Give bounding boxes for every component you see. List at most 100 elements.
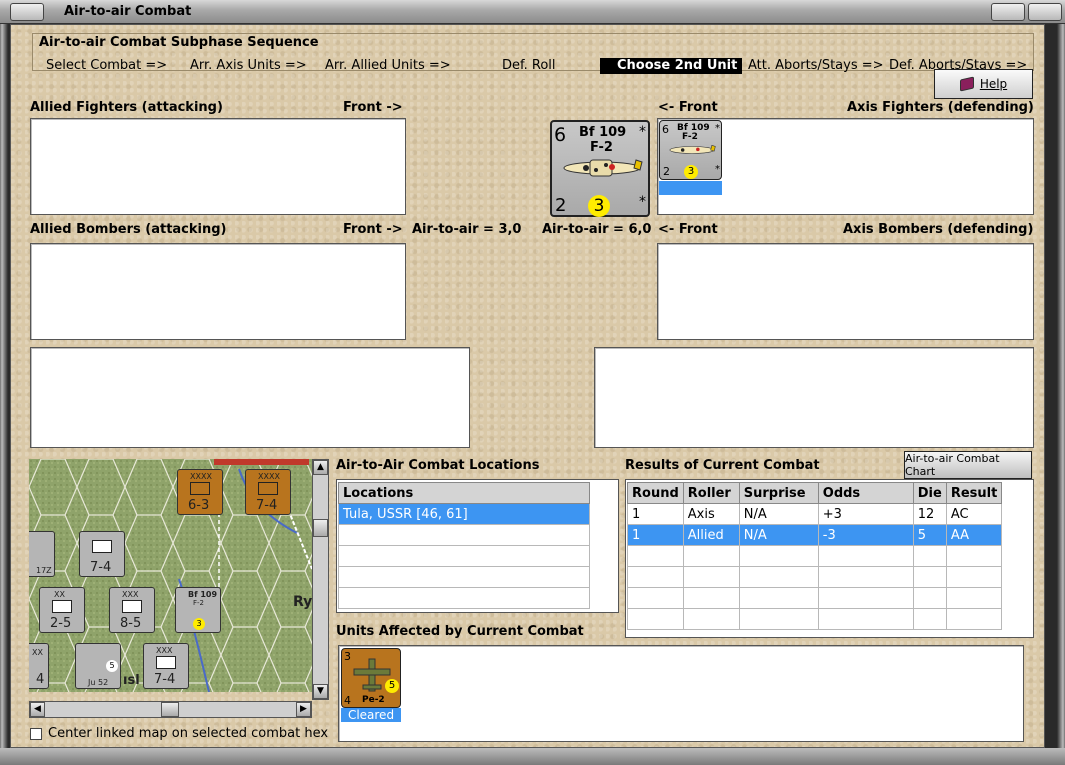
infantry-icon <box>258 482 278 495</box>
air-to-air-chart-button[interactable]: Air-to-air Combat Chart <box>904 451 1032 479</box>
location-row[interactable]: Tula, USSR [46, 61] <box>338 503 590 525</box>
counter-attack: 6 <box>554 124 567 146</box>
allied-air-to-air: Air-to-air = 3,0 <box>412 222 522 237</box>
locations-title: Air-to-Air Combat Locations <box>336 458 540 473</box>
allied-fighters-title: Allied Fighters (attacking) <box>30 100 223 115</box>
results-row[interactable] <box>627 587 1003 609</box>
axis-aircraft-icon <box>669 144 716 154</box>
map-counter-edge-2[interactable]: XX 4 <box>29 643 49 689</box>
results-title: Results of Current Combat <box>625 458 820 473</box>
system-menu-button[interactable] <box>10 3 44 21</box>
map-horizontal-scrollbar[interactable]: ◀ ▶ <box>29 701 312 718</box>
map-counter-german-4[interactable]: XXX 7-4 <box>143 643 189 689</box>
axis-fighters-front: <- Front <box>658 100 718 115</box>
counter-range: 3 <box>588 195 610 217</box>
allied-bombers-title: Allied Bombers (attacking) <box>30 222 227 237</box>
infantry-icon <box>190 482 210 495</box>
results-panel[interactable]: Round Roller Surprise Odds Die Result 1A… <box>625 479 1034 638</box>
scroll-left-icon[interactable]: ◀ <box>30 702 45 717</box>
affected-unit-top: 3 <box>344 650 351 663</box>
results-row[interactable]: 1 Allied N/A -3 5 AA <box>627 524 1003 546</box>
maximize-button[interactable] <box>991 3 1025 21</box>
window-title: Air-to-air Combat <box>64 4 192 19</box>
close-button[interactable] <box>1028 3 1062 21</box>
aircraft-icon <box>563 159 643 177</box>
map-counter-ju52[interactable]: Ju 52 5 <box>75 643 121 689</box>
scroll-thumb[interactable] <box>313 519 328 537</box>
location-row[interactable] <box>338 524 590 546</box>
counter-star-top: * <box>639 124 646 140</box>
map-counter-german-2[interactable]: XX 2-5 <box>39 587 85 633</box>
scroll-up-icon[interactable]: ▲ <box>313 460 328 475</box>
results-row[interactable] <box>627 545 1003 567</box>
step-arr-axis-units: Arr. Axis Units => <box>190 58 307 73</box>
center-map-checkbox[interactable] <box>30 728 42 740</box>
counter-defense: 2 <box>555 195 567 216</box>
hq-icon <box>52 600 72 613</box>
infantry-icon <box>156 656 176 669</box>
scroll-down-icon[interactable]: ▼ <box>313 684 328 699</box>
counter-model: F-2 <box>590 140 613 155</box>
axis-counter-model: F-2 <box>682 132 698 142</box>
results-header-row: Round Roller Surprise Odds Die Result <box>627 482 1003 504</box>
axis-extra-box[interactable] <box>594 347 1034 448</box>
step-choose-2nd-unit: Choose 2nd Unit <box>600 58 742 74</box>
book-icon <box>959 76 974 92</box>
counter-name: Bf 109 <box>579 125 627 140</box>
selected-unit-counter[interactable]: 6 Bf 109 F-2 * 2 3 * <box>550 120 650 217</box>
scroll-right-icon[interactable]: ▶ <box>296 702 311 717</box>
allied-extra-box[interactable] <box>30 347 470 448</box>
map-counter-bf109[interactable]: Bf 109 F-2 3 <box>175 587 221 633</box>
affected-unit-name: Pe-2 <box>362 695 385 705</box>
axis-counter-star-bottom: * <box>715 164 720 175</box>
affected-unit-status: Cleared <box>341 708 401 722</box>
axis-counter-star-top: * <box>715 123 720 134</box>
allied-fighters-box[interactable] <box>30 118 406 215</box>
axis-bombers-box[interactable] <box>657 243 1034 340</box>
results-row[interactable] <box>627 566 1003 588</box>
title-bar: Air-to-air Combat <box>0 0 1065 24</box>
allied-bombers-box[interactable] <box>30 243 406 340</box>
results-row[interactable]: 1 Axis N/A +3 12 AC <box>627 503 1003 525</box>
infantry-icon <box>122 600 142 613</box>
map-counter-german-1[interactable]: 7-4 <box>79 531 125 577</box>
map-counter-edge-1[interactable]: 17Z <box>29 531 55 577</box>
map-counter-soviet-1[interactable]: XXXX 6-3 <box>177 469 223 515</box>
center-map-label: Center linked map on selected combat hex <box>48 726 329 741</box>
help-label: Help <box>979 77 1008 91</box>
axis-fighters-title: Axis Fighters (defending) <box>847 100 1034 115</box>
location-row[interactable] <box>338 587 590 609</box>
axis-counter-attack: 6 <box>662 123 669 136</box>
subphase-title: Air-to-air Combat Subphase Sequence <box>39 35 319 50</box>
affected-unit-range: 5 <box>385 679 399 693</box>
map-place-label-2: ısl <box>123 673 140 688</box>
map-range-circle: 3 <box>193 618 205 630</box>
window-bottom-frame <box>0 748 1065 765</box>
axis-bombers-title: Axis Bombers (defending) <box>843 222 1034 237</box>
infantry-icon <box>92 540 112 553</box>
map-counter-soviet-2[interactable]: XXXX 7-4 <box>245 469 291 515</box>
allied-fighters-front: Front -> <box>343 100 403 115</box>
linked-map[interactable]: XXXX 6-3 XXXX 7-4 7-4 XX 2-5 XXX 8-5 Bf … <box>29 459 312 692</box>
axis-air-to-air: Air-to-air = 6,0 <box>542 222 652 237</box>
affected-units-box[interactable]: 3 5 4 Pe-2 Cleared <box>338 645 1024 742</box>
locations-list[interactable]: Locations Tula, USSR [46, 61] <box>336 479 619 613</box>
window-frame: Air-to-air Combat Air-to-air Combat Subp… <box>0 0 1065 765</box>
affected-title: Units Affected by Current Combat <box>336 624 584 639</box>
location-row[interactable] <box>338 566 590 588</box>
results-row[interactable] <box>627 608 1003 630</box>
axis-fighter-selection-bar <box>659 181 722 195</box>
step-def-roll: Def. Roll <box>502 58 556 73</box>
affected-unit-counter[interactable]: 3 5 4 Pe-2 <box>341 648 401 708</box>
affected-unit-bottom: 4 <box>344 694 351 707</box>
map-range-circle: 5 <box>106 660 118 672</box>
map-counter-german-3[interactable]: XXX 8-5 <box>109 587 155 633</box>
axis-bombers-front: <- Front <box>658 222 718 237</box>
help-button[interactable]: Help <box>934 69 1033 99</box>
scroll-thumb-h[interactable] <box>161 702 179 717</box>
axis-fighter-counter[interactable]: 6 Bf 109 F-2 * 2 3 * <box>659 120 722 180</box>
step-att-aborts-stays: Att. Aborts/Stays => <box>748 58 884 73</box>
locations-header: Locations <box>338 482 590 504</box>
map-vertical-scrollbar[interactable]: ▲ ▼ <box>312 459 329 700</box>
location-row[interactable] <box>338 545 590 567</box>
